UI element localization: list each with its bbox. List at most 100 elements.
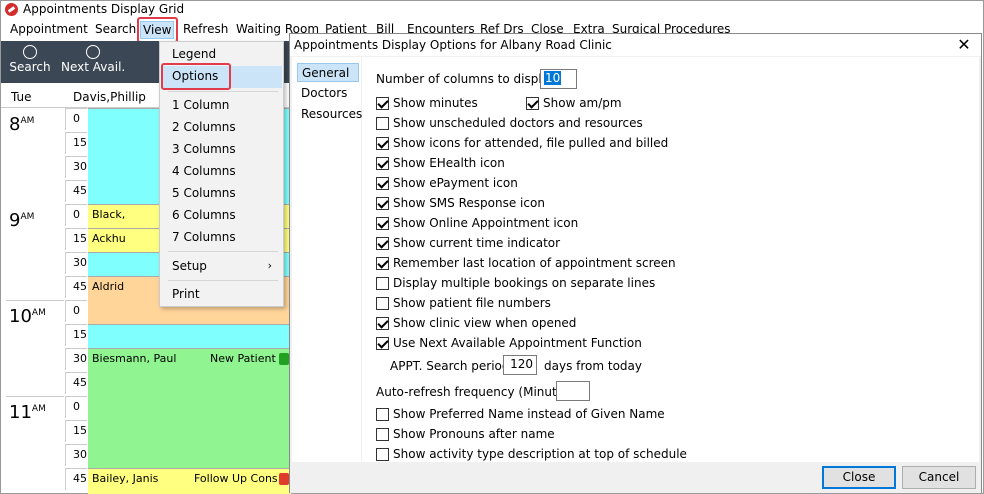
window-title: Appointments Display Grid: [23, 2, 185, 16]
close-button[interactable]: Close: [822, 466, 896, 489]
appointment-type: New Patient: [210, 352, 276, 365]
checkbox-box: [376, 317, 389, 330]
minute-cell: 30: [65, 348, 87, 370]
appointment-slot[interactable]: Biesmann, Paul New Patient: [88, 348, 291, 468]
cancel-button[interactable]: Cancel: [902, 466, 976, 489]
checkbox-box: [376, 277, 389, 290]
menu-item-options[interactable]: Options: [161, 66, 282, 88]
options-dialog: Appointments Display Options for Albany …: [289, 33, 982, 493]
minute-cell: 0: [65, 204, 87, 226]
checkbox-box: [376, 217, 389, 230]
minute-cell: 0: [65, 108, 87, 130]
minute-cell: 15: [65, 324, 87, 346]
submenu-arrow-icon: ›: [267, 259, 272, 272]
flag-icon: [279, 473, 289, 485]
minute-cell: 15: [65, 420, 87, 442]
appointment-type: Follow Up Cons: [194, 472, 278, 485]
checkbox-box: [376, 428, 389, 441]
minute-cell: 15: [65, 228, 87, 250]
menu-item-5-columns[interactable]: 5 Columns: [161, 183, 282, 205]
empty-slot[interactable]: [88, 324, 291, 348]
menu-separator: [168, 91, 278, 92]
checkbox-box: [376, 448, 389, 461]
minute-cell: 45: [65, 180, 87, 202]
close-icon[interactable]: ✕: [955, 35, 973, 54]
minute-cell: 30: [65, 252, 87, 274]
search-toolbar-button[interactable]: Search: [7, 43, 53, 81]
minute-cell: 45: [65, 372, 87, 394]
menu-item-legend[interactable]: Legend: [161, 44, 282, 66]
next-avail-toolbar-button[interactable]: Next Avail.: [61, 43, 125, 81]
doctor-label: Davis,Phillip: [73, 90, 146, 104]
menu-item-7-columns[interactable]: 7 Columns: [161, 227, 282, 249]
menu-refresh[interactable]: Refresh: [181, 21, 230, 37]
hour-label-10: 10AM: [9, 306, 46, 327]
menu-appointment[interactable]: Appointment: [8, 21, 90, 37]
appt-search-suffix: days from today: [544, 359, 642, 373]
app-logo-icon: [5, 3, 18, 16]
checkbox-box: [376, 197, 389, 210]
checkbox-box: [376, 97, 389, 110]
next-avail-toolbar-label: Next Avail.: [61, 60, 126, 74]
search-icon: [23, 45, 37, 59]
checkbox-box: [376, 117, 389, 130]
nav-general[interactable]: General: [297, 63, 359, 82]
menu-search[interactable]: Search: [93, 21, 138, 37]
checkbox-box: [376, 237, 389, 250]
checkbox-box: [376, 257, 389, 270]
minute-cell: 45: [65, 468, 87, 490]
menu-item-2-columns[interactable]: 2 Columns: [161, 117, 282, 139]
menu-item-3-columns[interactable]: 3 Columns: [161, 139, 282, 161]
appt-search-label: APPT. Search period:: [390, 359, 514, 373]
checkbox-box: [526, 97, 539, 110]
minute-cell: 30: [65, 156, 87, 178]
appointment-patient: Biesmann, Paul: [92, 352, 177, 365]
menu-item-setup[interactable]: Setup ›: [161, 256, 282, 278]
day-label: Tue: [11, 90, 32, 104]
menu-separator: [168, 251, 278, 252]
checkbox-box: [376, 297, 389, 310]
num-columns-input[interactable]: 10: [540, 69, 577, 89]
minute-cell: 45: [65, 276, 87, 298]
appt-search-input[interactable]: 120: [503, 355, 537, 375]
nav-resources[interactable]: Resources: [297, 105, 362, 124]
view-dropdown-menu: Legend Options 1 Column 2 Columns 3 Colu…: [159, 41, 284, 307]
general-options-panel: Number of columns to display 10 Show min…: [362, 57, 979, 462]
search-toolbar-label: Search: [9, 60, 51, 74]
menu-separator: [168, 280, 278, 281]
dialog-title: Appointments Display Options for Albany …: [294, 38, 612, 52]
hour-label-8: 8AM: [9, 114, 35, 135]
appointment-patient: Ackhu: [92, 232, 126, 245]
checkbox-box: [376, 337, 389, 350]
menu-item-1-column[interactable]: 1 Column: [161, 95, 282, 117]
nav-doctors[interactable]: Doctors: [297, 84, 359, 103]
hour-divider: [6, 396, 64, 397]
app-window: Appointments Display Grid Appointment Se…: [0, 0, 984, 494]
appointment-patient: Aldrid: [92, 280, 125, 293]
hour-divider: [6, 300, 64, 301]
minute-cell: 0: [65, 396, 87, 418]
dialog-title-bar: Appointments Display Options for Albany …: [290, 34, 981, 56]
dialog-footer: Close Cancel: [290, 463, 981, 493]
minute-cell: 0: [65, 300, 87, 322]
appointment-patient: Bailey, Janis: [92, 472, 159, 485]
appointment-patient: Black,: [92, 208, 126, 221]
menu-item-setup-label: Setup: [172, 259, 207, 273]
auto-refresh-input[interactable]: [556, 381, 590, 401]
title-bar: Appointments Display Grid: [1, 1, 983, 18]
checkbox-box: [376, 157, 389, 170]
appointment-slot[interactable]: Bailey, Janis Follow Up Cons: [88, 468, 291, 494]
hour-label-9: 9AM: [9, 210, 35, 231]
num-columns-label: Number of columns to display: [376, 72, 557, 86]
next-arrow-icon: [86, 45, 100, 59]
menu-item-4-columns[interactable]: 4 Columns: [161, 161, 282, 183]
menu-view[interactable]: View: [140, 21, 175, 39]
checkbox-box: [376, 137, 389, 150]
menu-item-print[interactable]: Print: [161, 284, 282, 306]
check-icon: [279, 353, 289, 365]
dialog-nav: General Doctors Resources: [292, 57, 362, 462]
menu-item-6-columns[interactable]: 6 Columns: [161, 205, 282, 227]
minute-cell: 30: [65, 444, 87, 466]
auto-refresh-label: Auto-refresh frequency (Minutes):: [376, 385, 580, 399]
checkbox-box: [376, 177, 389, 190]
